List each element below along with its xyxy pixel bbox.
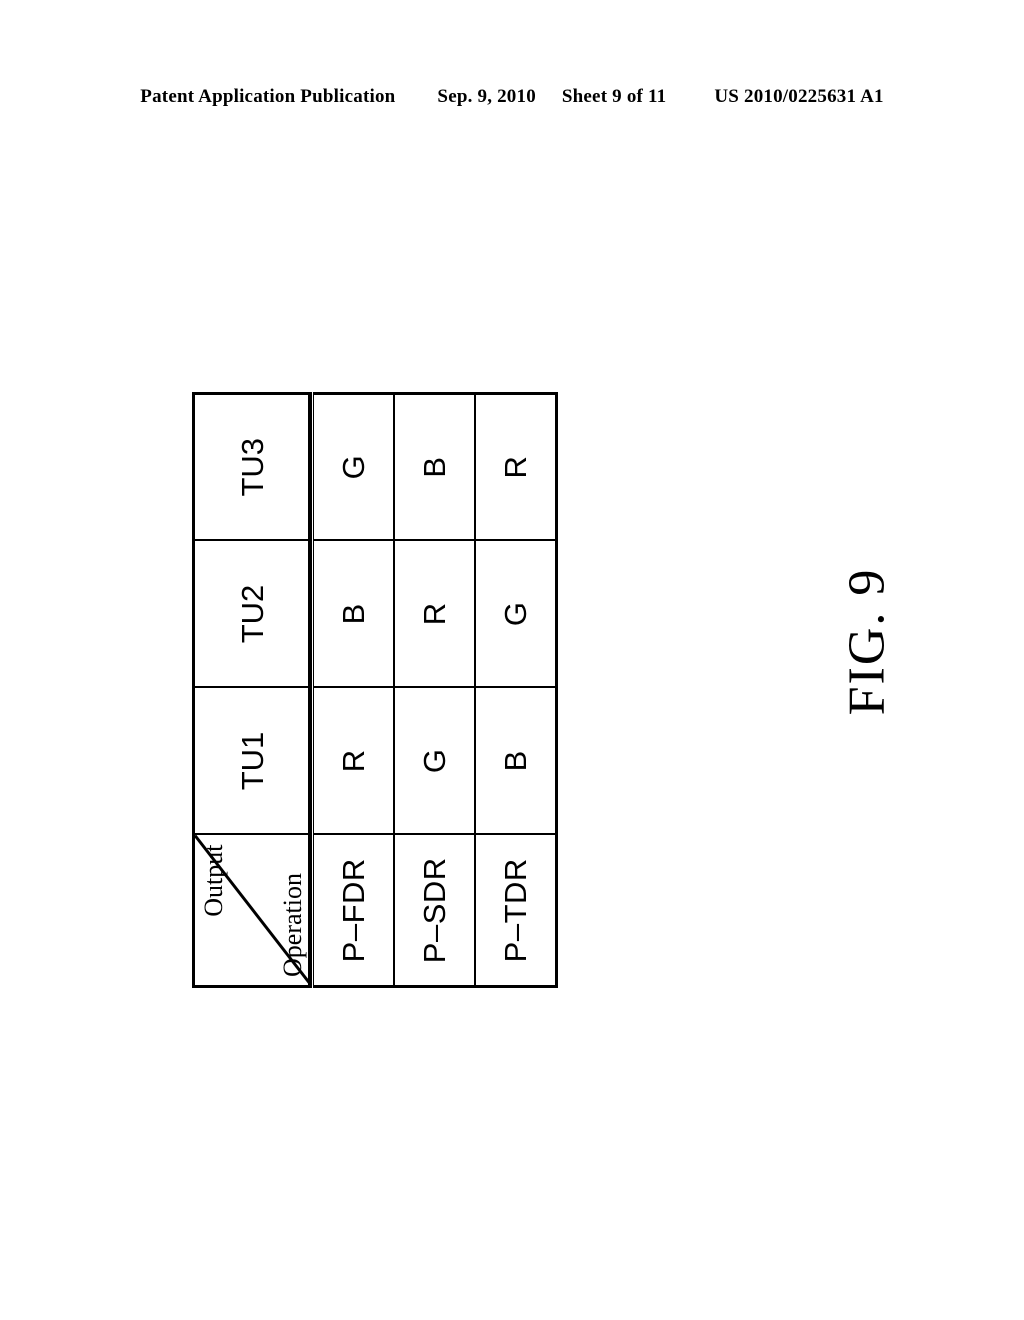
column-header-tu1: TU1 (193, 687, 313, 835)
column-header-tu2: TU2 (193, 540, 313, 688)
figure-9: Output Operation TU1 TU2 TU3 P–FDR R B G… (0, 0, 1024, 1320)
output-operation-table: Output Operation TU1 TU2 TU3 P–FDR R B G… (192, 392, 558, 988)
corner-output-label: Output (199, 844, 228, 917)
figure-table-rotated-container: Output Operation TU1 TU2 TU3 P–FDR R B G… (192, 392, 558, 988)
cell-p-sdr-tu2: R (394, 540, 475, 688)
table-row: P–FDR R B G (312, 393, 394, 987)
column-header-tu3: TU3 (193, 393, 313, 541)
cell-p-fdr-tu1: R (312, 687, 394, 835)
table-row: P–TDR B G R (475, 393, 557, 987)
cell-p-fdr-tu2: B (312, 540, 394, 688)
table-header-row: Output Operation TU1 TU2 TU3 (193, 393, 313, 987)
table-row: P–SDR G R B (394, 393, 475, 987)
table-corner-cell: Output Operation (193, 834, 313, 987)
row-header-p-tdr: P–TDR (475, 834, 557, 987)
cell-p-tdr-tu1: B (475, 687, 557, 835)
cell-p-fdr-tu3: G (312, 393, 394, 541)
row-header-p-fdr: P–FDR (312, 834, 394, 987)
cell-p-tdr-tu2: G (475, 540, 557, 688)
corner-operation-label: Operation (278, 873, 307, 977)
cell-p-sdr-tu3: B (394, 393, 475, 541)
cell-p-sdr-tu1: G (394, 687, 475, 835)
cell-p-tdr-tu3: R (475, 393, 557, 541)
figure-caption: FIG. 9 (838, 567, 896, 716)
row-header-p-sdr: P–SDR (394, 834, 475, 987)
